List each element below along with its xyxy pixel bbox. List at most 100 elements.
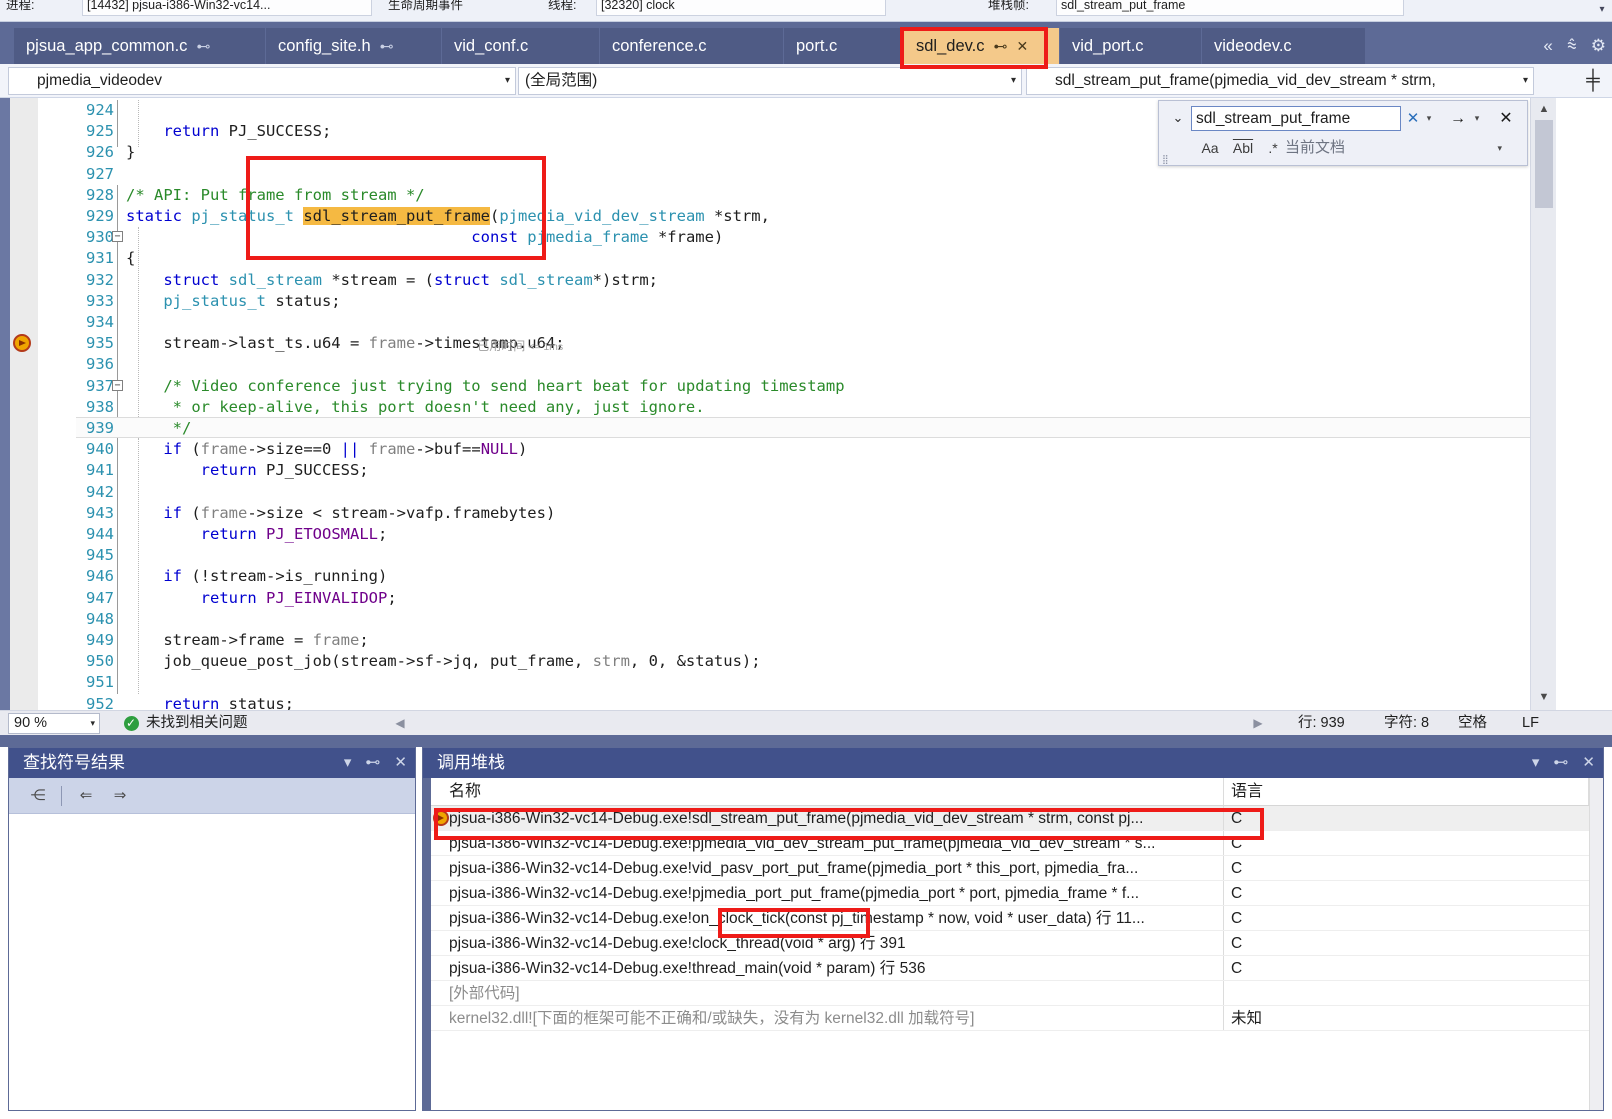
chevron-down-icon[interactable]: ⌄ [1169, 107, 1187, 129]
code-line[interactable]: struct sdl_stream *stream = (struct sdl_… [126, 270, 658, 291]
column-header-language[interactable]: 语言 [1231, 778, 1263, 806]
editor-breakpoint-margin[interactable] [10, 98, 38, 710]
scope-selector[interactable]: (全局范围) ▾ [518, 67, 1022, 95]
search-history-icon[interactable]: ▾ [1422, 106, 1436, 131]
scroll-up-icon[interactable]: ▲ [1534, 100, 1554, 118]
code-line[interactable]: { [126, 248, 135, 269]
call-stack-vertical-scrollbar[interactable] [1589, 778, 1603, 1110]
previous-result-icon[interactable]: ⇐ [73, 785, 99, 807]
chevron-down-icon[interactable]: ▾ [1523, 68, 1528, 94]
chevrons-left-icon[interactable]: « [1543, 36, 1552, 56]
panel-splitter[interactable] [0, 735, 1612, 747]
tab-pjsua-app-common-c[interactable]: pjsua_app_common.c⊷ [14, 28, 266, 64]
collapse-region-icon[interactable]: − [112, 380, 123, 391]
code-line[interactable]: return PJ_ETOOSMALL; [126, 524, 387, 545]
chevron-down-icon[interactable]: ▾ [90, 714, 95, 733]
tab-conference-c[interactable]: conference.c [600, 28, 784, 64]
code-line[interactable]: pj_status_t status; [126, 291, 341, 312]
tab-videodev-c[interactable]: videodev.c [1202, 28, 1366, 64]
panel-title-bar[interactable]: 调用堆栈 ▾ ⊷ ✕ [423, 748, 1603, 778]
code-line[interactable]: const pjmedia_frame *frame) [126, 227, 723, 248]
code-line[interactable]: return PJ_SUCCESS; [126, 460, 369, 481]
code-editor[interactable]: 924925 return PJ_SUCCESS;926}927928/* AP… [0, 98, 1556, 710]
column-divider[interactable] [1223, 778, 1224, 805]
next-result-icon[interactable]: ⇒ [107, 785, 133, 807]
chevron-down-icon[interactable]: ▾ [344, 748, 352, 778]
stackframe-combo[interactable]: sdl_stream_put_frame [1056, 0, 1404, 16]
chevron-down-icon[interactable]: ▾ [1532, 748, 1540, 778]
match-whole-word-toggle[interactable]: Abl [1227, 137, 1259, 159]
call-stack-row[interactable]: pjsua-i386-Win32-vc14-Debug.exe!thread_m… [431, 956, 1603, 981]
pin-icon[interactable]: ⊷ [380, 28, 394, 64]
column-header-name[interactable]: 名称 [449, 778, 481, 806]
code-line[interactable]: static pj_status_t sdl_stream_put_frame(… [126, 206, 770, 227]
tab-list-icon[interactable]: ⩯ [1567, 36, 1577, 56]
tab-config-site-h[interactable]: config_site.h⊷ [266, 28, 442, 64]
chevron-down-icon[interactable]: ▾ [1497, 137, 1502, 159]
code-line[interactable]: return PJ_SUCCESS; [126, 121, 331, 142]
match-case-toggle[interactable]: Aa [1195, 137, 1225, 159]
code-line[interactable]: */ [126, 418, 191, 439]
process-combo[interactable]: [14432] pjsua-i386-Win32-vc14... [82, 0, 372, 16]
call-stack-row[interactable]: kernel32.dll![下面的框架可能不正确和/或缺失，没有为 kernel… [431, 1006, 1603, 1031]
close-icon[interactable]: ✕ [1582, 748, 1595, 778]
code-line[interactable]: return status; [126, 694, 294, 710]
code-line[interactable]: * or keep-alive, this port doesn't need … [126, 397, 705, 418]
scrollbar-thumb[interactable] [1535, 120, 1553, 208]
code-line[interactable]: if (frame->size < stream->vafp.framebyte… [126, 503, 555, 524]
code-line[interactable]: /* API: Put frame from stream */ [126, 185, 425, 206]
pin-icon[interactable]: ⊷ [993, 28, 1007, 64]
call-stack-row[interactable]: pjsua-i386-Win32-vc14-Debug.exe!pjmedia_… [431, 831, 1603, 856]
member-selector[interactable]: sdl_stream_put_frame(pjmedia_vid_dev_str… [1026, 67, 1534, 95]
call-stack-row[interactable]: pjsua-i386-Win32-vc14-Debug.exe!vid_pasv… [431, 856, 1603, 881]
hscroll-left-icon[interactable]: ◀ [392, 715, 408, 731]
code-line[interactable]: return PJ_EINVALIDOP; [126, 588, 397, 609]
close-icon[interactable]: ✕ [1495, 106, 1517, 131]
collapse-region-icon[interactable]: − [112, 231, 123, 242]
code-line[interactable]: stream->frame = frame; [126, 630, 369, 651]
find-next-icon[interactable]: → [1447, 106, 1469, 131]
close-icon[interactable]: ✕ [1016, 28, 1028, 64]
project-selector[interactable]: pjmedia_videodev ▾ [8, 67, 516, 95]
toolbar-overflow-icon[interactable]: ▾ [1596, 1, 1608, 19]
use-regex-toggle[interactable]: .* [1261, 137, 1285, 159]
tab-vid-port-c[interactable]: vid_port.c [1060, 28, 1202, 64]
pin-icon[interactable]: ⊷ [365, 748, 380, 778]
editor-code-area[interactable]: 924925 return PJ_SUCCESS;926}927928/* AP… [38, 98, 1556, 710]
pin-icon[interactable]: ⊷ [196, 28, 210, 64]
tab-sdl-dev-c[interactable]: sdl_dev.c⊷✕ [904, 28, 1060, 64]
find-symbol-results-list[interactable] [9, 814, 415, 1110]
search-input[interactable]: sdl_stream_put_frame [1191, 106, 1401, 131]
panel-title-bar[interactable]: 查找符号结果 ▾ ⊷ ✕ [9, 748, 415, 778]
scroll-down-icon[interactable]: ▼ [1534, 688, 1554, 706]
call-stack-row[interactable]: pjsua-i386-Win32-vc14-Debug.exe!pjmedia_… [431, 881, 1603, 906]
tab-port-c[interactable]: port.c [784, 28, 904, 64]
split-view-icon[interactable]: ╪ [1580, 68, 1606, 94]
code-line[interactable]: if (!stream->is_running) [126, 566, 387, 587]
editor-vertical-scrollbar[interactable]: ▲ ▼ [1530, 98, 1556, 710]
call-stack-row[interactable]: pjsua-i386-Win32-vc14-Debug.exe!on_clock… [431, 906, 1603, 931]
pin-icon[interactable]: ⊷ [1553, 748, 1568, 778]
clear-results-icon[interactable]: ⋲ [25, 785, 51, 807]
code-line[interactable]: } [126, 142, 135, 163]
chevron-down-icon[interactable]: ▾ [505, 68, 510, 94]
call-stack-row[interactable]: pjsua-i386-Win32-vc14-Debug.exe!clock_th… [431, 931, 1603, 956]
call-stack-row[interactable]: [外部代码] [431, 981, 1603, 1006]
thread-combo[interactable]: [32320] clock [596, 0, 886, 16]
clear-search-icon[interactable]: ✕ [1403, 106, 1423, 131]
drag-handle[interactable]: ⣿ [1162, 156, 1170, 162]
call-stack-grid[interactable]: 名称 语言 pjsua-i386-Win32-vc14-Debug.exe!sd… [423, 778, 1603, 1110]
code-line[interactable]: job_queue_post_job(stream->sf->jq, put_f… [126, 651, 761, 672]
search-scope-selector[interactable]: 当前文档 ▾ [1283, 137, 1508, 159]
call-stack-row[interactable]: pjsua-i386-Win32-vc14-Debug.exe!sdl_stre… [431, 806, 1603, 831]
code-line[interactable]: if (frame->size==0 || frame->buf==NULL) [126, 439, 527, 460]
chevron-down-icon[interactable]: ▾ [1011, 68, 1016, 94]
code-line[interactable]: /* Video conference just trying to send … [126, 376, 845, 397]
find-direction-icon[interactable]: ▾ [1470, 106, 1484, 131]
hscroll-right-icon[interactable]: ▶ [1250, 715, 1266, 731]
gear-icon[interactable]: ⚙ [1591, 36, 1606, 56]
quick-find-widget[interactable]: ⣿ ⌄ sdl_stream_put_frame ✕ ▾ → ▾ ✕ Aa Ab… [1158, 100, 1528, 166]
close-icon[interactable]: ✕ [394, 748, 407, 778]
tab-vid-conf-c[interactable]: vid_conf.c [442, 28, 600, 64]
zoom-selector[interactable]: 90 % ▾ [8, 713, 100, 734]
